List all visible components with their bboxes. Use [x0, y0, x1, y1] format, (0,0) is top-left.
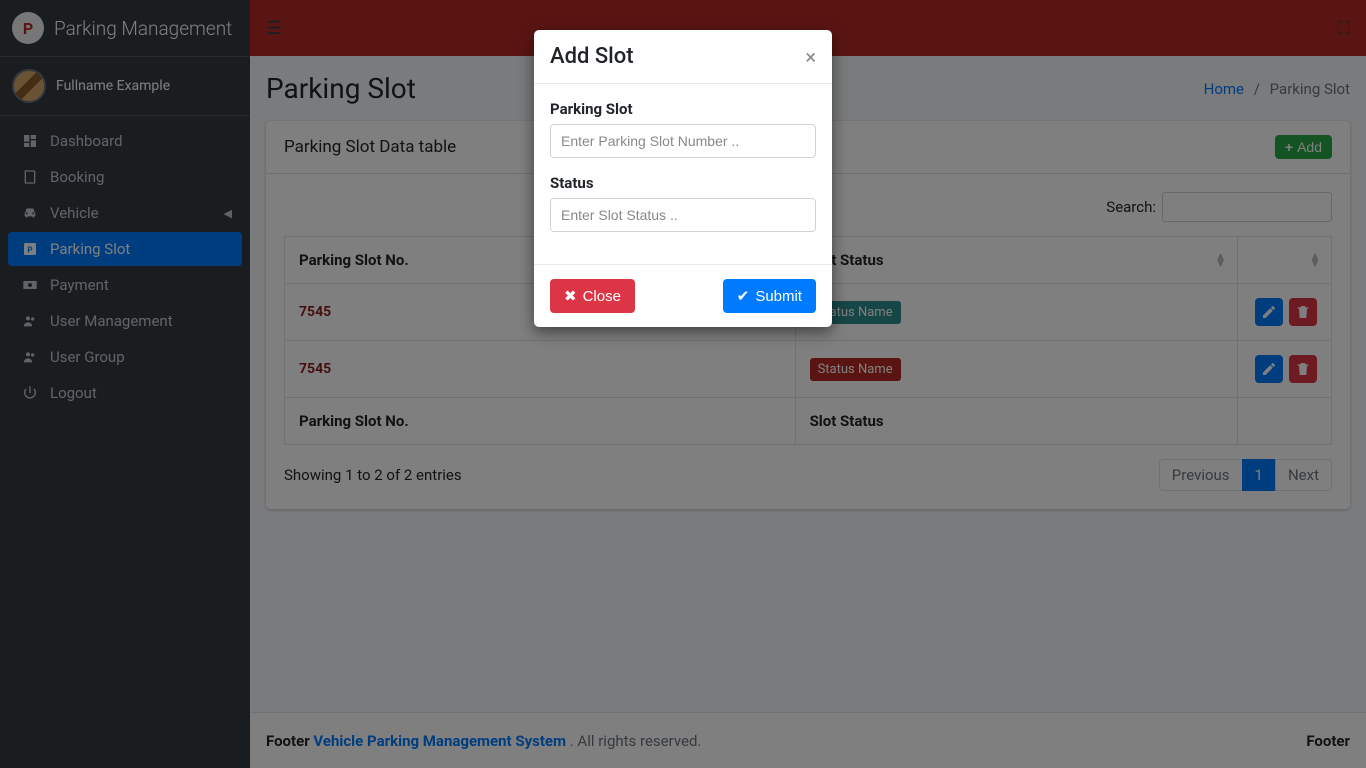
close-icon[interactable]: ×	[805, 47, 816, 67]
modal-footer: ✖ Close ✔ Submit	[534, 264, 832, 327]
modal-body: Parking Slot Status	[534, 84, 832, 264]
add-slot-modal: Add Slot × Parking Slot Status ✖ Close ✔…	[534, 30, 832, 327]
modal-title: Add Slot	[550, 44, 634, 69]
close-button[interactable]: ✖ Close	[550, 279, 635, 313]
times-icon: ✖	[564, 287, 577, 305]
status-input[interactable]	[550, 198, 816, 232]
submit-button-label: Submit	[755, 288, 802, 305]
check-icon: ✔	[737, 287, 750, 305]
parking-slot-label: Parking Slot	[550, 100, 816, 118]
status-label: Status	[550, 174, 816, 192]
parking-slot-input[interactable]	[550, 124, 816, 158]
close-button-label: Close	[583, 288, 621, 305]
modal-header: Add Slot ×	[534, 30, 832, 84]
submit-button[interactable]: ✔ Submit	[723, 279, 816, 313]
